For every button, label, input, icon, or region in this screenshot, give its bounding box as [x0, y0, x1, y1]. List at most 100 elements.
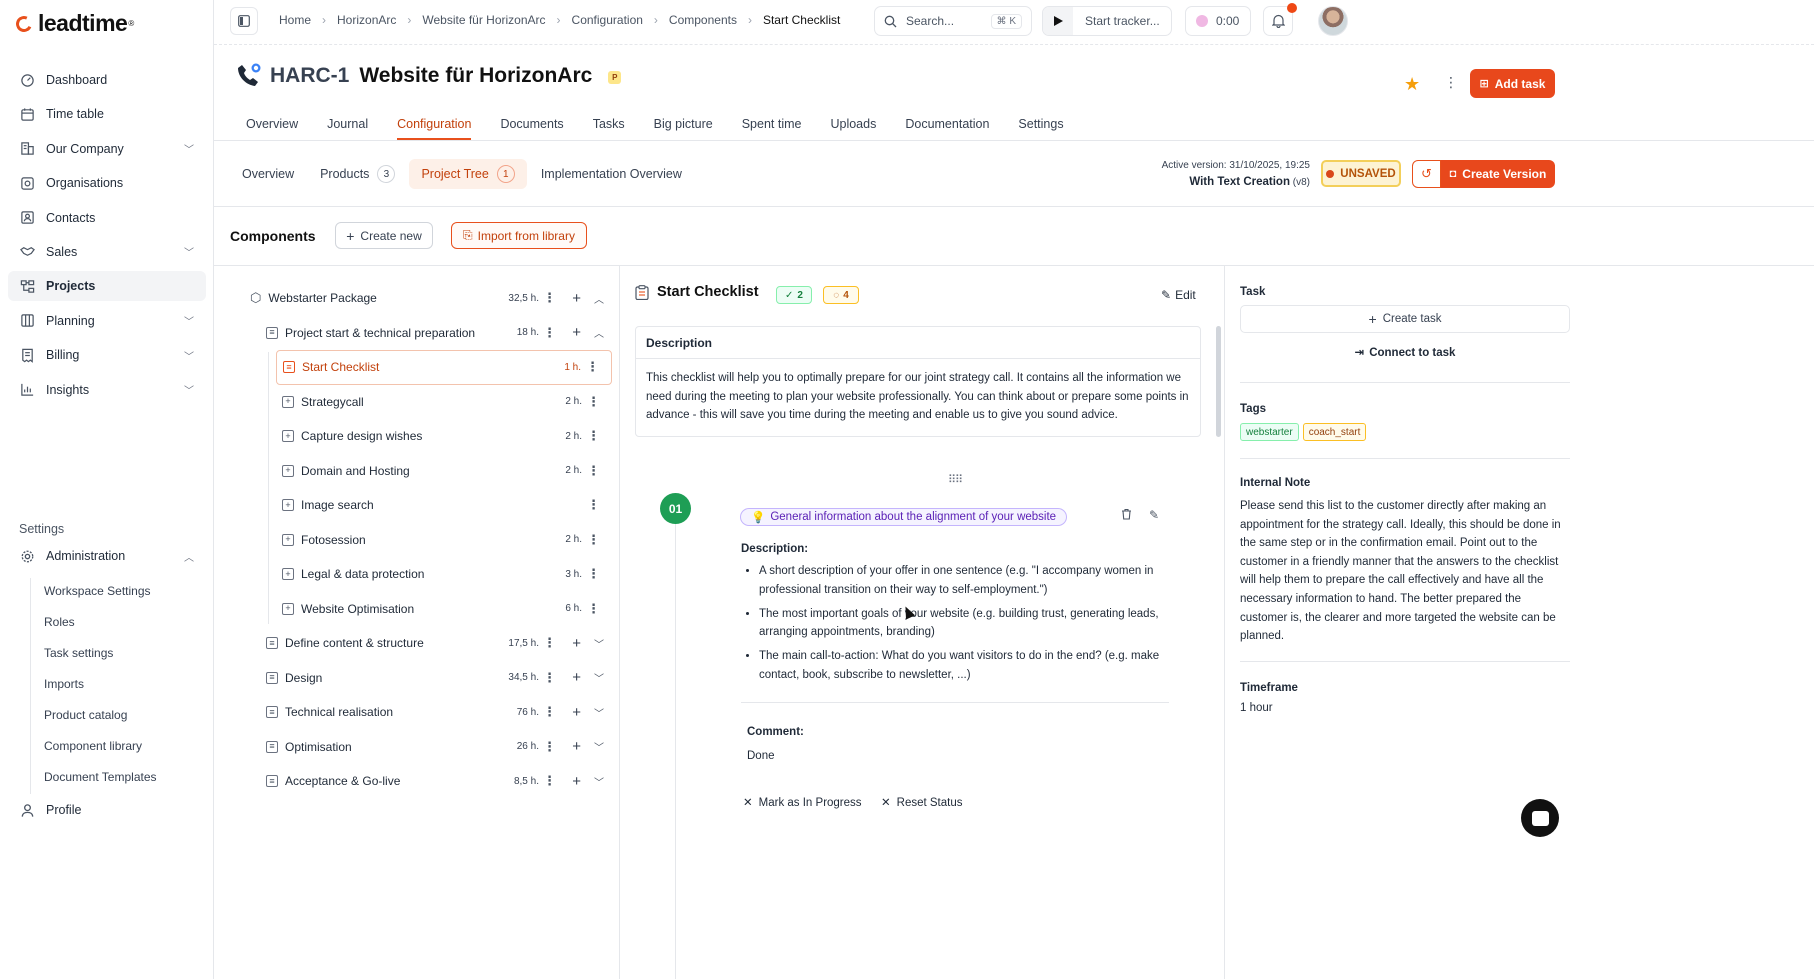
tree-node[interactable]: + Fotosession 2 h. ⋮ — [240, 523, 612, 558]
sidebar-item-profile[interactable]: Profile — [8, 795, 206, 825]
tree-node[interactable]: + Image search ⋮ — [240, 488, 612, 523]
tree-node[interactable]: + Website Optimisation 6 h. ⋮ — [240, 592, 612, 627]
chevron-down-icon[interactable]: ﹀ — [184, 244, 194, 259]
node-menu-icon[interactable]: ⋮ — [543, 635, 556, 651]
chevron-up-icon[interactable]: ︿ — [594, 325, 604, 340]
profile-group[interactable]: Profile — [8, 795, 206, 829]
tree-node[interactable]: + Strategycall 2 h. ⋮ — [240, 385, 612, 420]
tree-node[interactable]: ≡ Start Checklist 1 h. ⋮ — [276, 350, 612, 385]
node-menu-icon[interactable]: ⋮ — [586, 359, 599, 375]
connect-to-task-button[interactable]: ⇥ Connect to task — [1240, 345, 1570, 359]
add-child-icon[interactable]: + — [572, 773, 581, 790]
node-menu-icon[interactable]: ⋮ — [543, 290, 556, 306]
node-menu-icon[interactable]: ⋮ — [543, 739, 556, 755]
node-menu-icon[interactable]: ⋮ — [543, 325, 556, 341]
tree-node[interactable]: ⬡ Webstarter Package 32,5 h. ⋮ + ︿ — [240, 281, 612, 316]
tab-documentation[interactable]: Documentation — [905, 108, 989, 140]
avatar[interactable] — [1318, 6, 1348, 36]
create-version-button[interactable]: ◘ Create Version — [1441, 160, 1555, 188]
node-menu-icon[interactable]: ⋮ — [543, 670, 556, 686]
node-menu-icon[interactable]: ⋮ — [587, 463, 600, 479]
chevron-up-icon[interactable]: ︿ — [184, 549, 194, 564]
admin-item-product-catalog[interactable]: Product catalog — [44, 704, 157, 735]
edit-button[interactable]: ✎ Edit — [1161, 288, 1196, 302]
import-from-library-button[interactable]: ⎘ Import from library — [451, 222, 587, 249]
start-tracker-button[interactable]: Start tracker... — [1042, 6, 1172, 36]
chevron-down-icon[interactable]: ﹀ — [184, 313, 194, 328]
tab-uploads[interactable]: Uploads — [830, 108, 876, 140]
tree-node[interactable]: + Domain and Hosting 2 h. ⋮ — [240, 454, 612, 489]
chat-button[interactable] — [1521, 799, 1559, 837]
sidebar-item-planning[interactable]: Planning ﹀ — [8, 306, 206, 336]
chevron-up-icon[interactable]: ︿ — [594, 291, 604, 306]
add-child-icon[interactable]: + — [572, 324, 581, 341]
reset-status-button[interactable]: ✕ Reset Status — [881, 795, 962, 809]
subtab-products[interactable]: Products 3 — [308, 159, 407, 189]
breadcrumb-item[interactable]: Components — [669, 13, 737, 27]
tab-tasks[interactable]: Tasks — [593, 108, 625, 140]
tag-badge[interactable]: coach_start — [1302, 423, 1367, 441]
add-child-icon[interactable]: + — [572, 635, 581, 652]
search-input[interactable]: Search... ⌘ K — [874, 6, 1032, 36]
chevron-down-icon[interactable]: ﹀ — [184, 382, 194, 397]
breadcrumb-item[interactable]: HorizonArc — [337, 13, 396, 27]
tree-node[interactable]: + Legal & data protection 3 h. ⋮ — [240, 557, 612, 592]
edit-step-icon[interactable]: ✎ — [1149, 508, 1159, 522]
sidebar-item-insights[interactable]: Insights ﹀ — [8, 375, 206, 405]
scrollbar[interactable] — [1216, 326, 1221, 437]
tab-configuration[interactable]: Configuration — [397, 108, 472, 140]
tab-overview[interactable]: Overview — [246, 108, 298, 140]
chevron-down-icon[interactable]: ﹀ — [184, 141, 194, 156]
admin-item-component-library[interactable]: Component library — [44, 735, 157, 766]
chevron-down-icon[interactable]: ﹀ — [594, 739, 604, 754]
sidebar-item-organisations[interactable]: Organisations — [8, 168, 206, 198]
tree-node[interactable]: ≡ Design 34,5 h. ⋮ + ﹀ — [240, 661, 612, 696]
add-task-button[interactable]: ⊞ Add task — [1470, 69, 1555, 98]
breadcrumb-item[interactable]: Configuration — [572, 13, 643, 27]
sidebar-item-time-table[interactable]: Time table — [8, 99, 206, 129]
sidebar-item-billing[interactable]: Billing ﹀ — [8, 340, 206, 370]
revert-button[interactable]: ↺ — [1412, 160, 1441, 188]
node-menu-icon[interactable]: ⋮ — [587, 601, 600, 617]
sidebar-item-contacts[interactable]: Contacts — [8, 203, 206, 233]
sidebar-toggle-button[interactable] — [230, 7, 258, 35]
node-menu-icon[interactable]: ⋮ — [587, 428, 600, 444]
timer-button[interactable]: 0:00 — [1185, 6, 1251, 36]
add-child-icon[interactable]: + — [572, 704, 581, 721]
subtab-project-tree[interactable]: Project Tree 1 — [409, 159, 527, 189]
tree-node[interactable]: ≡ Project start & technical preparation 18… — [240, 316, 612, 351]
admin-item-task-settings[interactable]: Task settings — [44, 642, 157, 673]
tab-documents[interactable]: Documents — [500, 108, 563, 140]
subtab-overview[interactable]: Overview — [230, 159, 306, 189]
admin-item-roles[interactable]: Roles — [44, 611, 157, 642]
node-menu-icon[interactable]: ⋮ — [587, 532, 600, 548]
chevron-down-icon[interactable]: ﹀ — [184, 348, 194, 363]
chevron-down-icon[interactable]: ﹀ — [594, 774, 604, 789]
node-menu-icon[interactable]: ⋮ — [587, 497, 600, 513]
add-child-icon[interactable]: + — [572, 290, 581, 307]
logo[interactable]: leadtime ® — [13, 10, 134, 37]
chevron-down-icon[interactable]: ﹀ — [594, 705, 604, 720]
administration-group[interactable]: Administration ︿ — [8, 541, 206, 575]
tree-node[interactable]: + Capture design wishes 2 h. ⋮ — [240, 419, 612, 454]
create-task-button[interactable]: + Create task — [1240, 305, 1570, 333]
admin-item-workspace-settings[interactable]: Workspace Settings — [44, 580, 157, 611]
drag-handle-icon[interactable]: ⠿⠿ — [948, 473, 963, 486]
breadcrumb-item[interactable]: Home — [279, 13, 311, 27]
admin-item-document-templates[interactable]: Document Templates — [44, 766, 157, 797]
tab-spent-time[interactable]: Spent time — [742, 108, 802, 140]
tree-node[interactable]: ≡ Define content & structure 17,5 h. ⋮ + ﹀ — [240, 626, 612, 661]
tag-badge[interactable]: webstarter — [1240, 423, 1299, 441]
notifications-button[interactable] — [1263, 3, 1297, 36]
project-more-icon[interactable]: ⋮ — [1444, 74, 1458, 91]
tree-node[interactable]: ≡ Technical realisation 76 h. ⋮ + ﹀ — [240, 695, 612, 730]
sidebar-item-our-company[interactable]: Our Company ﹀ — [8, 134, 206, 164]
tab-journal[interactable]: Journal — [327, 108, 368, 140]
sidebar-item-dashboard[interactable]: Dashboard — [8, 65, 206, 95]
tree-node[interactable]: ≡ Optimisation 26 h. ⋮ + ﹀ — [240, 730, 612, 765]
tab-settings[interactable]: Settings — [1018, 108, 1063, 140]
sidebar-item-projects[interactable]: Projects — [8, 271, 206, 302]
breadcrumb-item[interactable]: Website für HorizonArc — [422, 13, 545, 27]
admin-item-imports[interactable]: Imports — [44, 673, 157, 704]
node-menu-icon[interactable]: ⋮ — [543, 704, 556, 720]
